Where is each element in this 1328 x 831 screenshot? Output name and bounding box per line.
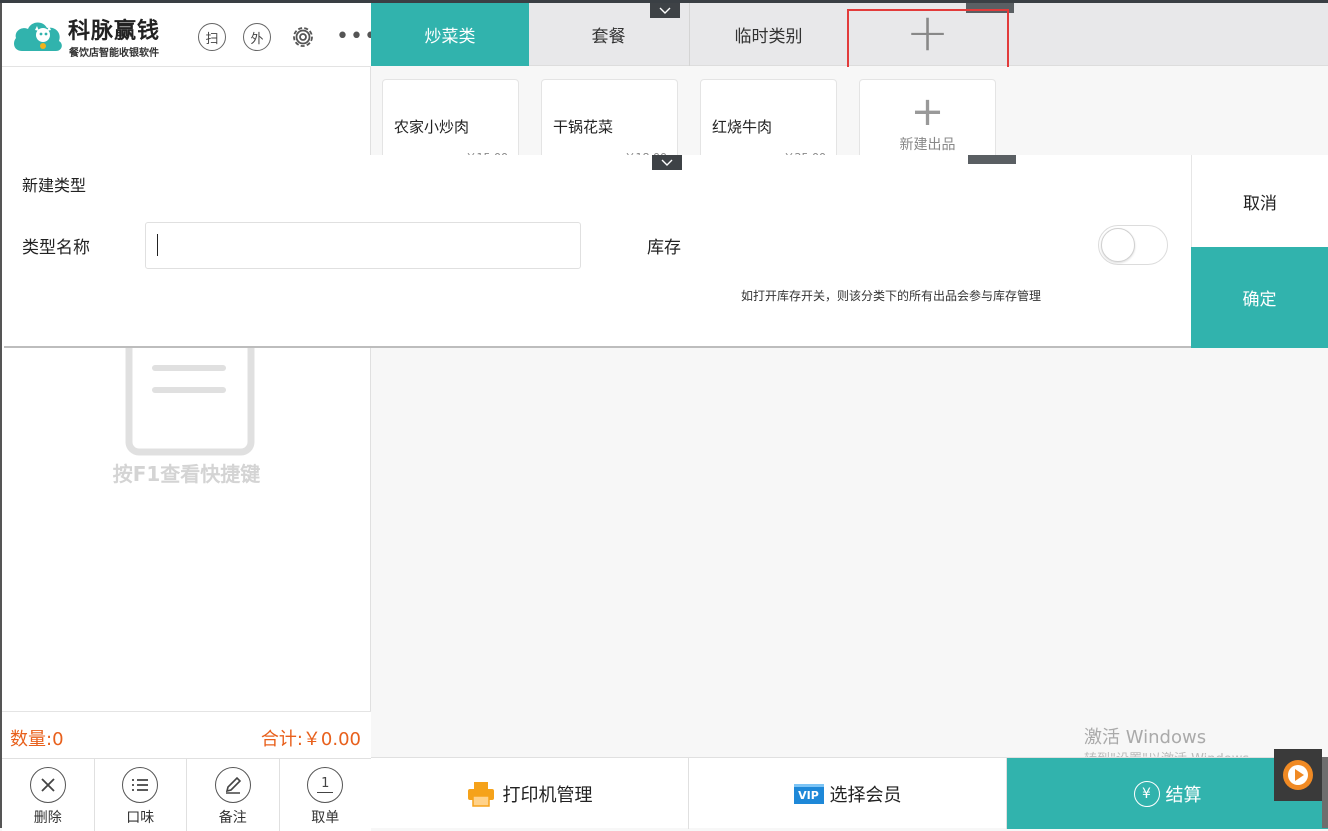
product-name: 干锅花菜 bbox=[553, 118, 614, 136]
plus-icon: + bbox=[910, 89, 945, 135]
scan-button[interactable]: 扫 bbox=[198, 23, 226, 51]
app-header: 科脉赢钱 餐饮店智能收银软件 扫 外 ••• bbox=[2, 3, 377, 67]
chevron-down-icon[interactable] bbox=[650, 3, 680, 18]
confirm-button[interactable]: 确定 bbox=[1191, 247, 1328, 348]
select-member-button[interactable]: VIP 选择会员 bbox=[689, 758, 1007, 829]
text-caret bbox=[157, 234, 158, 256]
dialog-title: 新建类型 bbox=[22, 176, 87, 195]
total-label: 合计:￥0.00 bbox=[260, 729, 361, 750]
tab-stir-fry[interactable]: 炒菜类 bbox=[371, 3, 529, 66]
action-toolbar: 打印机管理 VIP 选择会员 ¥ 结算 bbox=[371, 757, 1328, 829]
cancel-button[interactable]: 取消 bbox=[1191, 155, 1328, 247]
tab-temporary[interactable]: 临时类别 bbox=[689, 3, 847, 66]
order-panel: 科脉赢钱 餐饮店智能收银软件 扫 外 ••• 按F1查看快捷键 数量:0 合计:… bbox=[0, 3, 377, 831]
sun-icon bbox=[1283, 760, 1313, 790]
new-product-label: 新建出品 bbox=[899, 137, 956, 153]
activation-watermark: 激活 Windows bbox=[1084, 727, 1207, 748]
delete-label: 删除 bbox=[33, 810, 62, 826]
cloud-logo-icon bbox=[14, 22, 62, 51]
flavor-button[interactable]: 口味 bbox=[95, 759, 187, 831]
type-name-input[interactable] bbox=[145, 222, 581, 269]
gear-icon[interactable] bbox=[288, 22, 318, 52]
printer-management-button[interactable]: 打印机管理 bbox=[371, 758, 689, 829]
pencil-icon bbox=[214, 767, 251, 803]
scrollbar[interactable] bbox=[1322, 757, 1328, 828]
product-name: 农家小炒肉 bbox=[394, 118, 470, 136]
product-card[interactable]: 农家小炒肉 ￥15.00 bbox=[382, 79, 519, 164]
stock-toggle[interactable] bbox=[1098, 225, 1168, 265]
stock-hint: 如打开库存开关，则该分类下的所有出品会参与库存管理 bbox=[741, 289, 1042, 303]
member-label: 选择会员 bbox=[829, 784, 902, 806]
window-handle bbox=[968, 155, 1016, 164]
remark-label: 备注 bbox=[218, 810, 247, 826]
brand-name: 科脉赢钱 bbox=[68, 19, 161, 44]
pickup-order-button[interactable]: 1 取单 bbox=[280, 759, 372, 831]
delete-button[interactable]: 删除 bbox=[2, 759, 95, 831]
printer-icon bbox=[467, 781, 494, 807]
type-name-label: 类型名称 bbox=[22, 238, 90, 258]
yuan-icon: ¥ bbox=[1133, 780, 1160, 807]
quantity-label: 数量:0 bbox=[10, 729, 64, 750]
vip-icon: VIP bbox=[793, 783, 824, 804]
takeout-button[interactable]: 外 bbox=[243, 23, 271, 51]
takeout-label: 外 bbox=[250, 31, 264, 47]
order-toolbar: 删除 口味 备注 1 取单 bbox=[2, 758, 371, 831]
remark-button[interactable]: 备注 bbox=[187, 759, 280, 831]
new-category-dialog: 新建类型 类型名称 库存 如打开库存开关，则该分类下的所有出品会参与库存管理 取… bbox=[4, 155, 1328, 348]
pickup-icon: 1 bbox=[307, 767, 344, 803]
printer-label: 打印机管理 bbox=[502, 784, 593, 806]
order-summary: 数量:0 合计:￥0.00 bbox=[2, 711, 371, 758]
product-card[interactable]: 红烧牛肉 ￥25.00 bbox=[700, 79, 837, 164]
pickup-label: 取单 bbox=[311, 810, 340, 826]
checkout-label: 结算 bbox=[1165, 784, 1202, 806]
assistant-widget[interactable] bbox=[1274, 749, 1322, 801]
product-name: 红烧牛肉 bbox=[712, 118, 773, 136]
brand-subtitle: 餐饮店智能收银软件 bbox=[69, 48, 159, 59]
list-icon bbox=[122, 767, 159, 803]
new-product-button[interactable]: + 新建出品 bbox=[859, 79, 996, 159]
shortcut-hint: 按F1查看快捷键 bbox=[112, 462, 261, 486]
scan-label: 扫 bbox=[205, 31, 219, 47]
chevron-down-icon[interactable] bbox=[652, 155, 682, 170]
empty-order-icon bbox=[125, 338, 255, 456]
pickup-badge: 1 bbox=[321, 775, 330, 791]
flavor-label: 口味 bbox=[126, 810, 155, 826]
stock-label: 库存 bbox=[647, 238, 681, 258]
product-card[interactable]: 干锅花菜 ￥18.00 bbox=[541, 79, 678, 164]
highlight-box bbox=[847, 9, 1009, 76]
close-icon bbox=[29, 767, 66, 803]
toggle-knob bbox=[1101, 228, 1135, 262]
